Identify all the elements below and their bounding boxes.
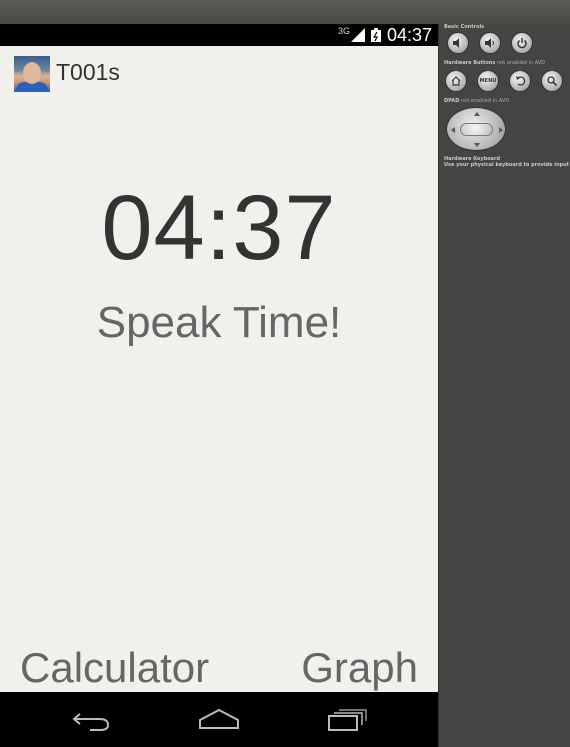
hardware-keyboard-note: Use your physical keyboard to provide in… (444, 162, 570, 168)
back-icon[interactable] (70, 706, 114, 732)
dpad-title: DPAD (444, 98, 460, 104)
action-bar: T001s (0, 46, 438, 100)
dpad-control[interactable] (446, 107, 506, 151)
speak-time-button[interactable]: Speak Time! (0, 298, 438, 348)
dpad-left-arrow-icon[interactable] (451, 127, 455, 133)
battery-icon (370, 28, 381, 42)
volume-down-icon[interactable] (447, 32, 469, 54)
network-type: 3G (337, 26, 350, 36)
device-screen: 3G 04:37 T001s 04:37 Speak Time! Calcula… (0, 24, 438, 747)
back-icon[interactable] (509, 70, 531, 92)
dpad-label: DPAD not enabled in AVD (444, 98, 509, 104)
dpad-up-arrow-icon[interactable] (474, 112, 480, 116)
clock-display: 04:37 (101, 177, 337, 279)
dpad-center-button[interactable] (460, 123, 493, 136)
signal-icon (350, 28, 365, 42)
home-icon[interactable] (197, 706, 241, 732)
dpad-note: not enabled in AVD (461, 98, 510, 104)
hardware-buttons-note: not enabled in AVD (497, 60, 546, 66)
menu-button-label: MENU (479, 78, 497, 84)
app-screen: T001s 04:37 Speak Time! Calculator Graph (0, 46, 438, 692)
emulator-title-bar (0, 0, 570, 24)
hardware-buttons-label: Hardware Buttons not enabled in AVD (444, 60, 545, 66)
hardware-buttons-title: Hardware Buttons (444, 60, 496, 66)
home-icon[interactable] (445, 70, 467, 92)
navigation-bar (0, 692, 438, 747)
calculator-button[interactable]: Calculator (20, 644, 209, 692)
emulator-controls-panel: Basic Controls Hardware Buttons not enab… (438, 24, 570, 747)
app-title: T001s (56, 59, 120, 85)
graph-button[interactable]: Graph (301, 644, 418, 692)
menu-button[interactable]: MENU (477, 70, 499, 92)
app-avatar-icon[interactable] (14, 56, 50, 92)
dpad-right-arrow-icon[interactable] (499, 127, 503, 133)
recent-apps-icon[interactable] (325, 706, 369, 732)
status-bar: 3G 04:37 (0, 24, 438, 46)
status-time: 04:37 (386, 24, 432, 45)
dpad-down-arrow-icon[interactable] (474, 143, 480, 147)
search-icon[interactable] (541, 70, 563, 92)
power-icon[interactable] (511, 32, 533, 54)
basic-controls-label: Basic Controls (444, 24, 485, 30)
volume-up-icon[interactable] (479, 32, 501, 54)
